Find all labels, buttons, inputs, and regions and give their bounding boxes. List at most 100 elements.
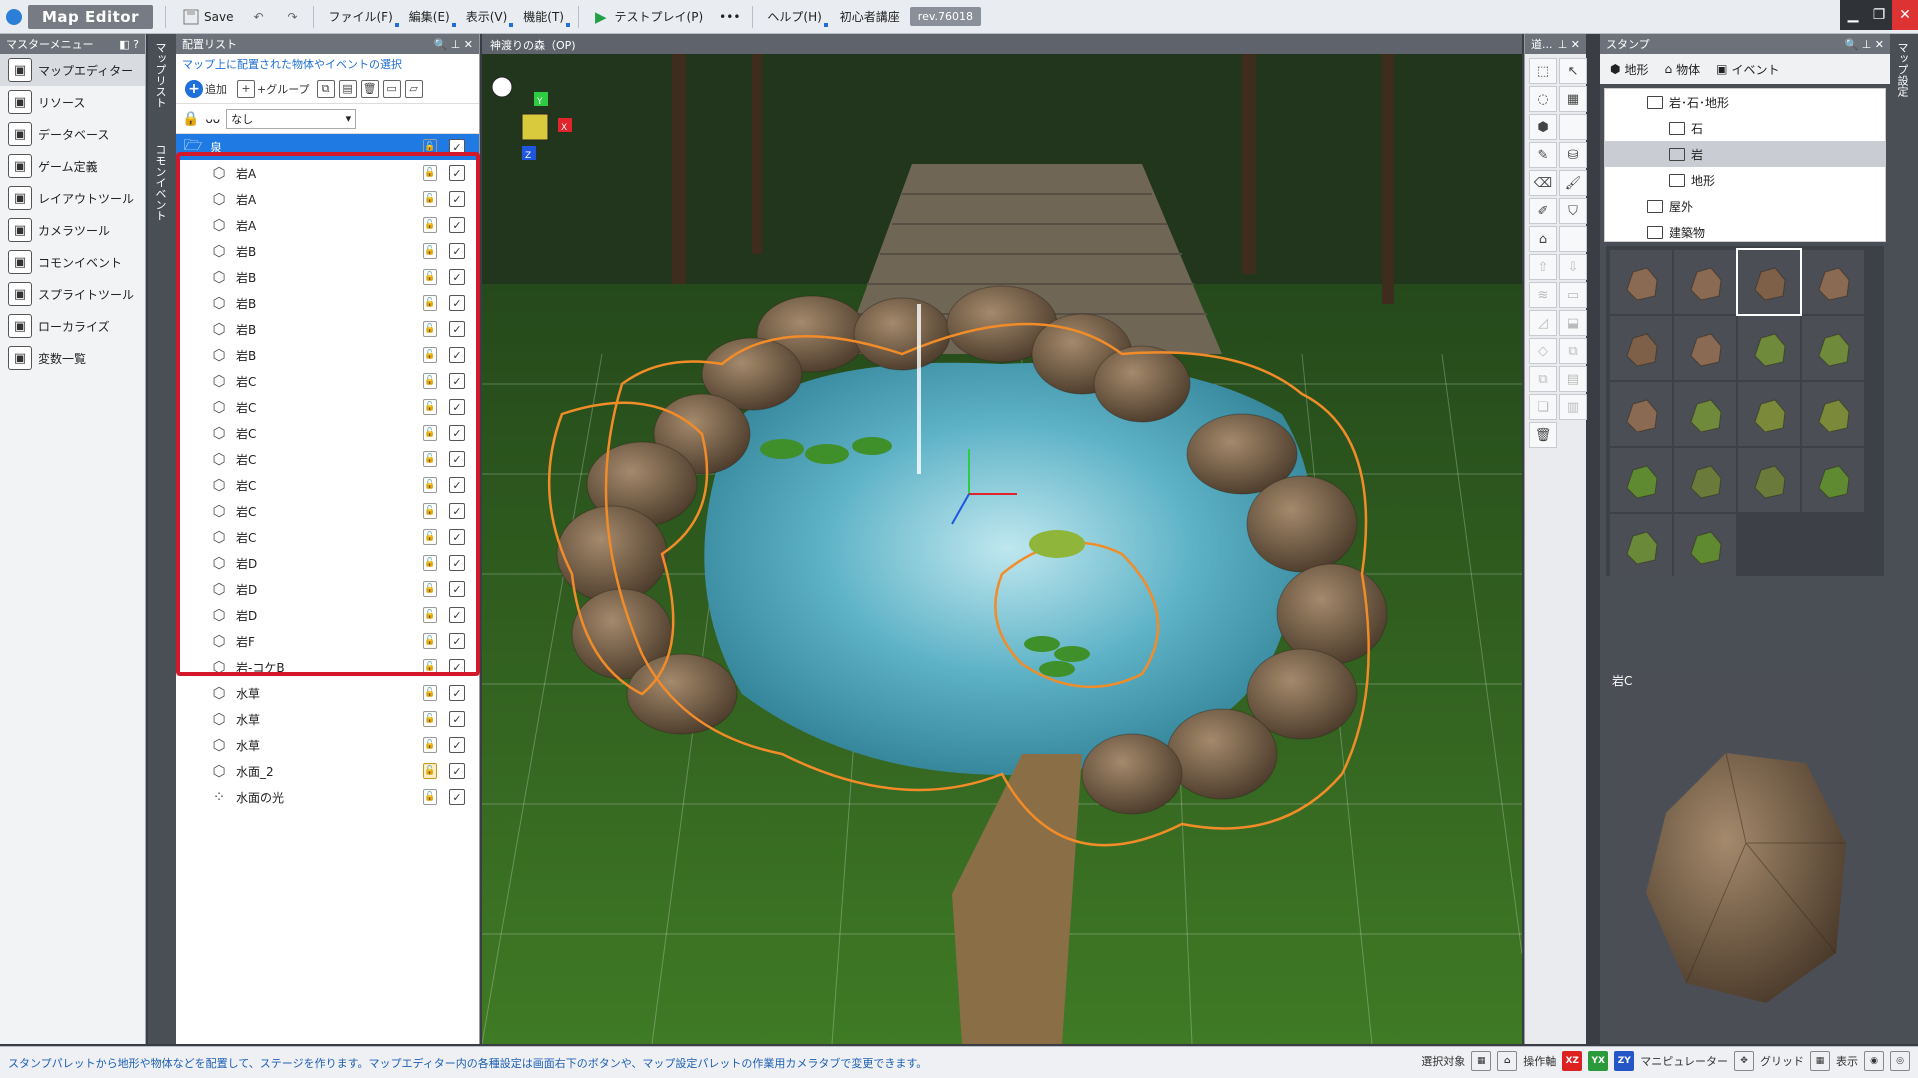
stamp-thumbnail[interactable] [1610, 250, 1672, 314]
tab-map-settings[interactable]: マップ設定 [1890, 34, 1914, 105]
lock-icon[interactable]: 🔓 [423, 581, 437, 597]
master-menu-item-3[interactable]: ▣ ゲーム定義 [0, 150, 145, 182]
lock-icon[interactable]: 🔓 [423, 659, 437, 675]
visibility-checkbox[interactable]: ✓ [449, 659, 465, 675]
tree-item[interactable]: ⬡ 水面_2 🔓 ✓ [176, 758, 479, 784]
maximize-button[interactable]: ❐ [1866, 0, 1892, 30]
raise-icon[interactable]: ⇧ [1529, 254, 1557, 280]
visibility-checkbox[interactable]: ✓ [449, 217, 465, 233]
visibility-checkbox[interactable]: ✓ [449, 633, 465, 649]
folder-icon[interactable]: ▭ [382, 79, 401, 98]
master-menu-item-4[interactable]: ▣ レイアウトツール [0, 182, 145, 214]
visibility-checkbox[interactable]: ✓ [449, 269, 465, 285]
rock[interactable] [853, 297, 951, 371]
tools-controls[interactable]: ⊥ ✕ [1558, 38, 1580, 51]
visibility-checkbox[interactable]: ✓ [449, 737, 465, 753]
tree-item[interactable]: ⬡ 水草 🔓 ✓ [176, 680, 479, 706]
undo-button[interactable]: ↶ [243, 4, 273, 30]
tree-item[interactable]: ⬡ 岩C 🔓 ✓ [176, 472, 479, 498]
tree-item[interactable]: ⬡ 岩-コケB 🔓 ✓ [176, 654, 479, 680]
tree-item[interactable]: ⬡ 岩C 🔓 ✓ [176, 394, 479, 420]
menu-view[interactable]: 表示(V) [458, 4, 516, 30]
lower-icon[interactable]: ⇩ [1559, 254, 1587, 280]
visibility-checkbox[interactable]: ✓ [449, 191, 465, 207]
tree-item[interactable]: ⬡ 水草 🔓 ✓ [176, 732, 479, 758]
stamp-thumbnail[interactable] [1802, 448, 1864, 512]
tree-item[interactable]: ⬡ 岩C 🔓 ✓ [176, 446, 479, 472]
tree-item[interactable]: ⬡ 岩C 🔓 ✓ [176, 498, 479, 524]
minimize-button[interactable]: ▁ [1840, 0, 1866, 30]
tree-item[interactable]: ⬡ 岩C 🔓 ✓ [176, 524, 479, 550]
paste-icon[interactable]: ▤ [338, 79, 357, 98]
stamp-thumbnail[interactable] [1802, 382, 1864, 446]
master-menu-item-5[interactable]: ▣ カメラツール [0, 214, 145, 246]
lock-icon[interactable]: 🔓 [423, 451, 437, 467]
lock-icon[interactable]: 🔓 [423, 633, 437, 649]
stamp-thumbnail[interactable] [1738, 448, 1800, 512]
add-group-button[interactable]: + +グループ [234, 79, 313, 98]
paint-icon[interactable]: ⬓ [1559, 310, 1587, 336]
axis-yx-button[interactable]: YX [1588, 1051, 1609, 1071]
tab-common-event[interactable]: コモンイベント [148, 136, 172, 229]
category-item[interactable]: 屋外 [1605, 193, 1885, 219]
lock-icon[interactable]: 🔓 [423, 373, 437, 389]
tree-item[interactable]: ⬡ 水草 🔓 ✓ [176, 706, 479, 732]
lock-icon[interactable]: 🔓 [423, 139, 437, 155]
category-item[interactable]: 地形 [1605, 167, 1885, 193]
category-item[interactable]: 岩 [1605, 141, 1885, 167]
cube-tool-icon[interactable]: ⬢ [1529, 114, 1557, 140]
visibility-checkbox[interactable]: ✓ [449, 321, 465, 337]
visibility-checkbox[interactable]: ✓ [449, 789, 465, 805]
tab-map-list[interactable]: マップリスト [148, 34, 172, 116]
visibility-checkbox[interactable]: ✓ [449, 607, 465, 623]
stamp-thumbnail[interactable] [1736, 248, 1802, 316]
rock[interactable] [1081, 733, 1183, 815]
mossy-rock[interactable] [1029, 530, 1085, 558]
flatten-icon[interactable]: ▭ [1559, 282, 1587, 308]
axis-xz-button[interactable]: XZ [1562, 1051, 1583, 1071]
tree-item[interactable]: ⬡ 岩B 🔓 ✓ [176, 342, 479, 368]
blank-icon[interactable] [1559, 226, 1587, 252]
tree-item[interactable]: ⬡ 岩D 🔓 ✓ [176, 576, 479, 602]
menu-file[interactable]: ファイル(F) [320, 4, 400, 30]
tree-item[interactable]: ⬡ 岩B 🔓 ✓ [176, 238, 479, 264]
trash-icon[interactable]: 🗑 [1529, 422, 1557, 448]
lock-icon[interactable]: 🔓 [423, 347, 437, 363]
stamp-thumbnail[interactable] [1674, 514, 1736, 578]
menu-function[interactable]: 機能(T) [515, 4, 572, 30]
clipboard-icon[interactable]: ▥ [1559, 394, 1587, 420]
slope-icon[interactable]: ◿ [1529, 310, 1557, 336]
category-item[interactable]: 岩･石･地形 [1605, 89, 1885, 115]
stamp-thumbnail[interactable] [1674, 448, 1736, 512]
stamp-thumbnail[interactable] [1610, 382, 1672, 446]
visibility-checkbox[interactable]: ✓ [449, 373, 465, 389]
pencil-icon[interactable]: ✎ [1529, 142, 1557, 168]
smooth-icon[interactable]: ≋ [1529, 282, 1557, 308]
visibility-checkbox[interactable]: ✓ [449, 685, 465, 701]
stamp-thumbnail[interactable] [1738, 382, 1800, 446]
tree-item[interactable]: ⬡ 岩B 🔓 ✓ [176, 264, 479, 290]
shape-icon[interactable]: ◇ [1529, 338, 1557, 364]
lock-icon[interactable]: 🔓 [423, 295, 437, 311]
paste-icon[interactable]: ▤ [1559, 366, 1587, 392]
visibility-checkbox[interactable]: ✓ [449, 477, 465, 493]
select-icon[interactable]: ⬚ [1529, 58, 1557, 84]
blank-icon[interactable] [1559, 114, 1587, 140]
stamp-thumbnail[interactable] [1802, 316, 1864, 380]
tree-item[interactable]: ⬡ 岩D 🔓 ✓ [176, 602, 479, 628]
collapse-icon[interactable]: ◧ ? [119, 38, 139, 51]
delete-icon[interactable]: 🗑 [360, 79, 379, 98]
menu-help[interactable]: ヘルプ(H) [759, 4, 829, 30]
tree-item[interactable]: ⬡ 岩A 🔓 ✓ [176, 212, 479, 238]
lock-filter-icon[interactable]: 🔒 [182, 111, 199, 127]
save-button[interactable]: Save [176, 4, 239, 30]
tree-item[interactable]: ⁘ 水面の光 🔓 ✓ [176, 784, 479, 810]
lock-icon[interactable]: 🔓 [423, 711, 437, 727]
stamp-icon[interactable]: ⛁ [1559, 142, 1587, 168]
stamp-thumbnail[interactable] [1674, 382, 1736, 446]
tree-item[interactable]: ⬡ 岩D 🔓 ✓ [176, 550, 479, 576]
rock[interactable] [1093, 345, 1191, 423]
stamp-thumbnail[interactable] [1802, 250, 1864, 314]
visibility-checkbox[interactable]: ✓ [449, 139, 465, 155]
copy-icon[interactable]: ⧉ [1529, 366, 1557, 392]
